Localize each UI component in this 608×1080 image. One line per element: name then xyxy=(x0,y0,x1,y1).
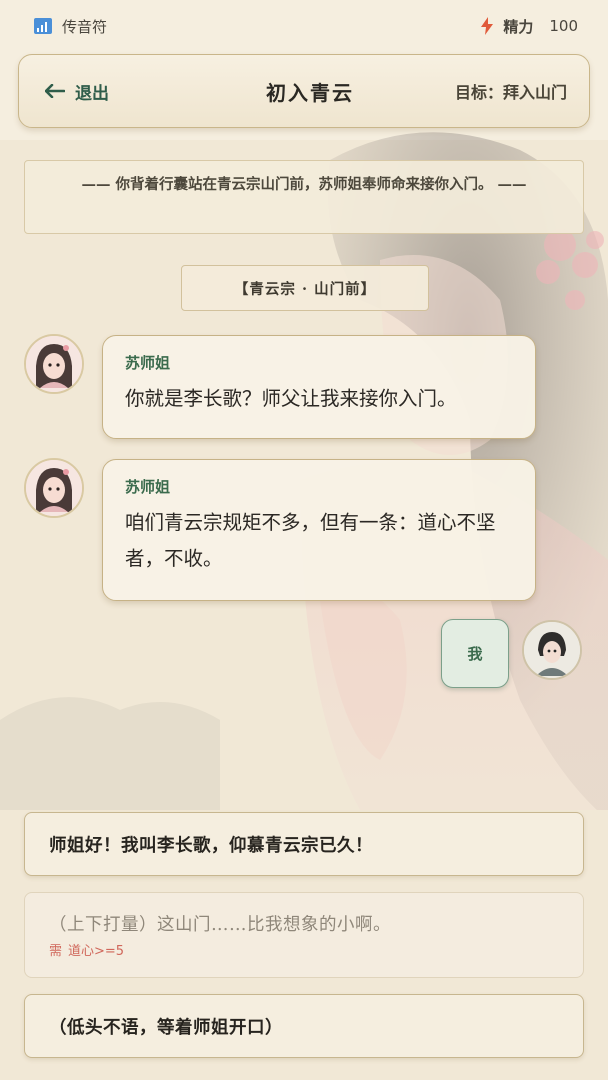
message-text: 你就是李长歌？师父让我来接你入门。 xyxy=(125,387,457,410)
choice-label: （上下打量）这山门……比我想象的小啊。 xyxy=(49,915,391,935)
requirement-text: 需道心>=5 xyxy=(49,940,559,959)
choice-option-2-locked[interactable]: （上下打量）这山门……比我想象的小啊。 需道心>=5 xyxy=(24,892,584,978)
energy-value: 100 xyxy=(549,17,578,35)
exit-label: 退出 xyxy=(75,83,109,104)
player-message-bubble: 我 xyxy=(441,619,509,688)
arrow-left-icon xyxy=(45,84,65,98)
speaker-name: 苏师姐 xyxy=(125,354,171,372)
energy-label: 精力 xyxy=(503,17,534,36)
location-tag: 【青云宗 · 山门前】 xyxy=(181,265,429,311)
status-right: 精力 100 xyxy=(481,16,578,37)
boy-portrait-icon xyxy=(524,622,580,678)
choice-option-1[interactable]: 师姐好！我叫李长歌，仰慕青云宗已久！ xyxy=(24,812,584,876)
page-title: 初入青云 xyxy=(265,80,354,105)
message-text: 咱们青云宗规矩不多，但有一条：道心不坚者，不收。 xyxy=(125,511,496,570)
npc-message-bubble: 苏师姐 你就是李长歌？师父让我来接你入门。 xyxy=(102,335,536,439)
choice-label: （低头不语，等着师姐开口） xyxy=(49,1017,283,1038)
signal-label: 传音符 xyxy=(62,17,108,36)
status-left: 传音符 xyxy=(34,16,107,37)
girl-portrait-icon xyxy=(26,336,82,392)
status-bar: 传音符 精力 100 xyxy=(0,0,608,52)
goal-label: 目标：拜入山门 xyxy=(454,83,567,102)
player-avatar xyxy=(522,620,582,680)
requirement-prefix: 需 xyxy=(49,944,69,959)
npc-avatar xyxy=(24,334,84,394)
girl-portrait-icon xyxy=(26,460,82,516)
speaker-name: 苏师姐 xyxy=(125,478,171,496)
npc-avatar xyxy=(24,458,84,518)
header-bar: 退出 初入青云 目标：拜入山门 xyxy=(18,54,590,128)
signal-bars-icon xyxy=(34,18,52,34)
requirement-value: 道心>=5 xyxy=(68,944,125,959)
choice-label: 师姐好！我叫李长歌，仰慕青云宗已久！ xyxy=(49,835,373,856)
narration-box: —— 你背着行囊站在青云宗山门前，苏师姐奉师命来接你入门。 —— xyxy=(24,160,584,234)
npc-message-bubble: 苏师姐 咱们青云宗规矩不多，但有一条：道心不坚者，不收。 xyxy=(102,459,536,601)
lightning-icon xyxy=(481,17,494,35)
choice-option-3[interactable]: （低头不语，等着师姐开口） xyxy=(24,994,584,1058)
